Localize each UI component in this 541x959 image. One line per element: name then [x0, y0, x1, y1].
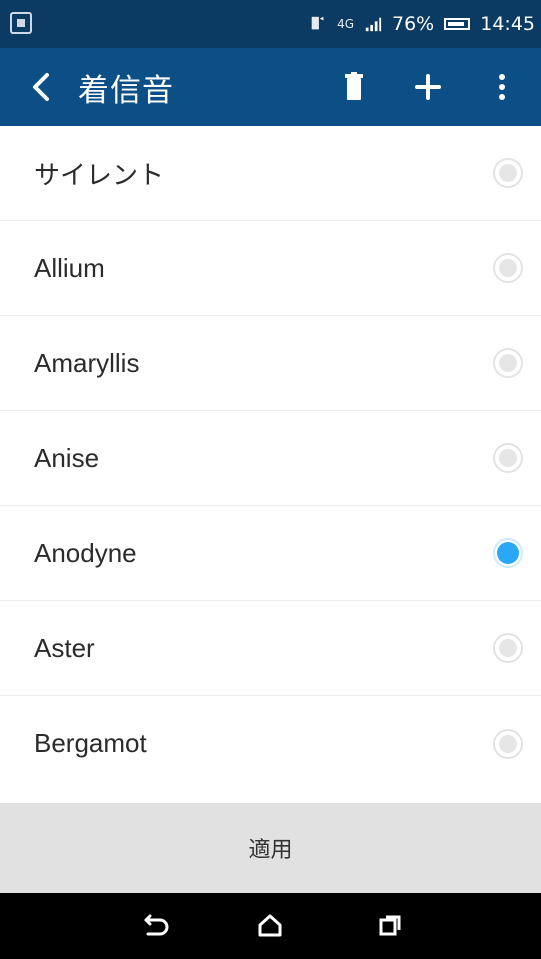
ringtone-row-silent[interactable]: サイレント — [0, 126, 541, 221]
ringtone-label: サイレント — [34, 159, 165, 190]
status-time: 14:45 — [480, 13, 535, 35]
ringtone-row-bergamot[interactable]: Bergamot — [0, 696, 541, 791]
plus-icon — [415, 74, 441, 100]
add-button[interactable] — [405, 64, 451, 110]
nav-back-icon — [144, 914, 169, 936]
nav-recents-button[interactable] — [330, 893, 450, 959]
radio-button[interactable] — [493, 158, 523, 188]
apply-label: 適用 — [248, 838, 293, 863]
nav-home-button[interactable] — [210, 893, 330, 959]
radio-button[interactable] — [493, 633, 523, 663]
radio-button[interactable] — [493, 348, 523, 378]
ringtone-label: Amaryllis — [34, 347, 140, 378]
ringtone-row-anodyne[interactable]: Anodyne — [0, 506, 541, 601]
ringtone-label: Allium — [34, 252, 105, 283]
ringtone-label: Aster — [34, 632, 95, 663]
nav-home-icon — [258, 914, 282, 937]
trash-icon — [345, 72, 363, 100]
battery-percentage: 76% — [392, 13, 435, 35]
phone-signal-icon — [311, 16, 324, 30]
ringtone-row-anise[interactable]: Anise — [0, 411, 541, 506]
page-title: 着信音 — [78, 72, 174, 109]
radio-button[interactable] — [493, 728, 523, 759]
delete-button[interactable] — [331, 64, 377, 110]
notification-icon — [10, 12, 32, 34]
apply-button[interactable]: 適用 — [0, 803, 541, 893]
system-nav-bar — [0, 893, 541, 959]
ringtone-label: Bergamot — [34, 728, 147, 758]
ringtone-row-allium[interactable]: Allium — [0, 221, 541, 316]
more-vert-icon — [499, 74, 505, 100]
radio-button[interactable] — [493, 253, 523, 283]
ringtone-row-amaryllis[interactable]: Amaryllis — [0, 316, 541, 411]
more-options-button[interactable] — [479, 64, 525, 110]
network-type: 4G — [337, 17, 354, 31]
cell-signal-icon — [365, 17, 382, 32]
battery-icon — [444, 18, 471, 30]
app-bar-actions — [331, 48, 525, 126]
app-bar: 着信音 — [0, 48, 541, 126]
ringtone-label: Anodyne — [34, 537, 137, 568]
back-chevron-icon — [33, 73, 49, 101]
ringtone-row-aster[interactable]: Aster — [0, 601, 541, 696]
status-bar: 4G 76% 14:45 — [0, 0, 541, 48]
status-bar-right: 4G 76% 14:45 — [309, 0, 541, 48]
radio-button-selected[interactable] — [493, 538, 523, 568]
ringtone-list: サイレント Allium Amaryllis Anise Anodyne Ast… — [0, 126, 541, 791]
radio-button[interactable] — [493, 443, 523, 473]
ringtone-label: Anise — [34, 442, 100, 473]
back-button[interactable] — [20, 65, 60, 109]
nav-recents-icon — [379, 915, 401, 936]
nav-back-button[interactable] — [95, 893, 215, 959]
